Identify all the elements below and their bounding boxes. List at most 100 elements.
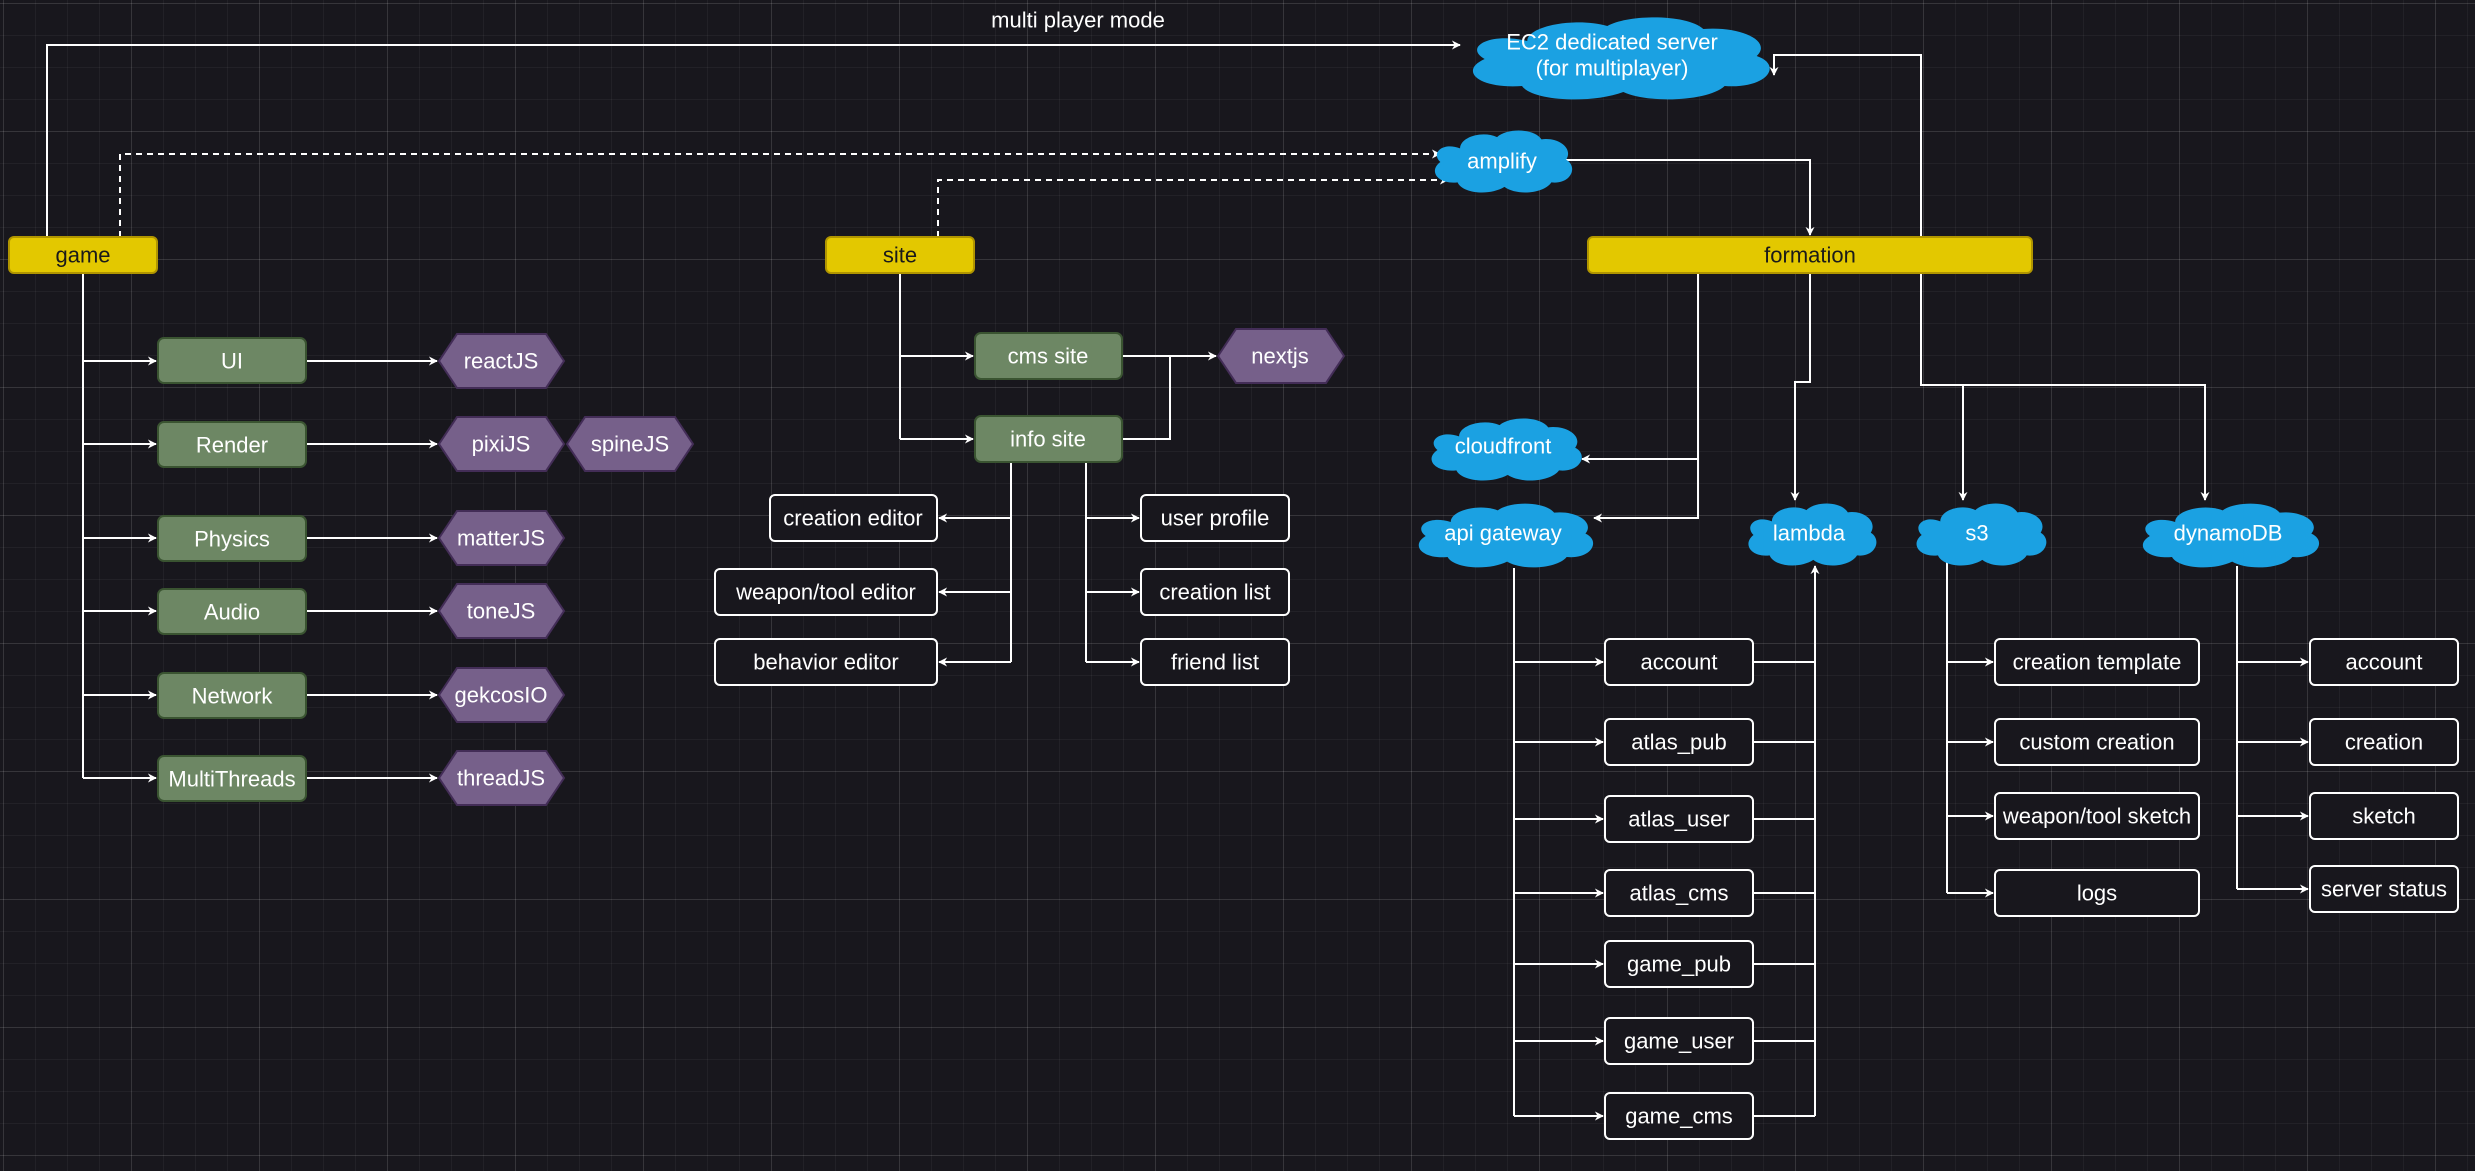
page-creation-editor[interactable]: creation editor (769, 494, 938, 542)
site-modules: cms site info site (974, 332, 1123, 463)
edge-label-multiplayer: multi player mode (991, 8, 1165, 33)
module-audio-label: Audio (204, 600, 260, 625)
dynamodb-label: dynamoDB (2174, 521, 2283, 546)
diagram-canvas: multi player mode EC2 dedicated server (… (0, 0, 2475, 1171)
amplify-label: amplify (1467, 149, 1537, 174)
site-root-node[interactable]: site (825, 236, 975, 274)
endpoint-game-user[interactable]: game_user (1604, 1017, 1754, 1065)
dynamo-creation-label: creation (2345, 730, 2423, 755)
lib-matterjs[interactable]: matterJS (437, 510, 566, 566)
s3-weapon-tool-sketch-label: weapon/tool sketch (2002, 804, 2191, 829)
s3-logs[interactable]: logs (1994, 869, 2200, 917)
page-weapon-tool-editor-label: weapon/tool editor (735, 580, 916, 605)
s3-creation-template[interactable]: creation template (1994, 638, 2200, 686)
game-root-node[interactable]: game (8, 236, 158, 274)
dynamo-server-status[interactable]: server status (2309, 865, 2459, 913)
module-info-site-label: info site (1010, 427, 1086, 452)
endpoint-atlas-pub[interactable]: atlas_pub (1604, 718, 1754, 766)
module-info-site[interactable]: info site (974, 415, 1123, 463)
edge-formation-apigateway (1593, 459, 1699, 523)
lib-threadjs-label: threadJS (457, 766, 545, 791)
api-endpoints: account atlas_pub atlas_user atlas_cms g… (1604, 638, 1754, 1140)
lib-spinejs-label: spineJS (591, 432, 669, 457)
ec2-cloud[interactable]: EC2 dedicated server (for multiplayer) (1472, 17, 1770, 100)
dynamodb-cloud[interactable]: dynamoDB (2142, 503, 2320, 568)
amplify-cloud[interactable]: amplify (1434, 130, 1573, 193)
ec2-label-line1: EC2 dedicated server (1506, 30, 1718, 55)
page-behavior-editor[interactable]: behavior editor (714, 638, 938, 686)
formation-root-label: formation (1764, 243, 1856, 268)
edge-formation-lambda (1790, 273, 1811, 501)
root-nodes: game site formation (8, 236, 2033, 274)
api-gateway-cloud[interactable]: api gateway (1418, 503, 1594, 568)
lib-tonejs-label: toneJS (467, 599, 536, 624)
page-user-profile-label: user profile (1161, 506, 1270, 531)
module-ui[interactable]: UI (157, 337, 307, 384)
dynamo-server-status-label: server status (2321, 877, 2447, 902)
endpoint-game-pub-label: game_pub (1627, 952, 1731, 977)
page-creation-list-label: creation list (1159, 580, 1270, 605)
edge-amplify-formation (1554, 159, 1815, 236)
site-pages: creation editor weapon/tool editor behav… (714, 494, 1290, 686)
lib-nextjs[interactable]: nextjs (1216, 328, 1346, 384)
endpoint-game-pub[interactable]: game_pub (1604, 940, 1754, 988)
dynamo-sketch[interactable]: sketch (2309, 792, 2459, 840)
module-audio[interactable]: Audio (157, 588, 307, 635)
endpoint-atlas-user-label: atlas_user (1628, 807, 1730, 832)
page-friend-list[interactable]: friend list (1140, 638, 1290, 686)
endpoint-atlas-pub-label: atlas_pub (1631, 730, 1726, 755)
edge-formation-dynamodb (1963, 384, 2210, 501)
s3-cloud[interactable]: s3 (1916, 503, 2047, 566)
s3-custom-creation[interactable]: custom creation (1994, 718, 2200, 766)
s3-logs-label: logs (2077, 881, 2117, 906)
lib-threadjs[interactable]: threadJS (437, 750, 566, 806)
lambda-label: lambda (1773, 521, 1846, 546)
edge-info-nextjs (1122, 356, 1171, 440)
lib-gekcosio[interactable]: gekcosIO (437, 667, 566, 723)
ec2-label-line2: (for multiplayer) (1536, 56, 1689, 81)
dynamo-account[interactable]: account (2309, 638, 2459, 686)
endpoint-atlas-user[interactable]: atlas_user (1604, 795, 1754, 843)
endpoint-atlas-cms[interactable]: atlas_cms (1604, 869, 1754, 917)
page-creation-list[interactable]: creation list (1140, 568, 1290, 616)
page-behavior-editor-label: behavior editor (753, 650, 899, 675)
page-friend-list-label: friend list (1171, 650, 1259, 675)
edge-formation-s3 (1920, 273, 1968, 501)
module-network[interactable]: Network (157, 672, 307, 719)
edge-site-amplify (937, 175, 1449, 237)
lib-gekcosio-label: gekcosIO (455, 683, 548, 708)
edge-game-ec2 (46, 40, 1461, 237)
s3-weapon-tool-sketch[interactable]: weapon/tool sketch (1994, 792, 2200, 840)
s3-items: creation template custom creation weapon… (1994, 638, 2200, 917)
module-render[interactable]: Render (157, 421, 307, 468)
module-multithreads[interactable]: MultiThreads (157, 755, 307, 802)
library-nodes: reactJS pixiJS spineJS matterJS toneJS g… (437, 328, 1346, 806)
module-physics[interactable]: Physics (157, 515, 307, 562)
page-creation-editor-label: creation editor (783, 506, 922, 531)
lib-tonejs[interactable]: toneJS (437, 583, 566, 639)
edge-formation-ec2 (1769, 54, 1922, 237)
module-render-label: Render (196, 433, 268, 458)
module-cms-site[interactable]: cms site (974, 332, 1123, 380)
game-modules: UI Render Physics Audio Network MultiThr… (157, 337, 307, 802)
lib-spinejs[interactable]: spineJS (565, 416, 695, 472)
lib-matterjs-label: matterJS (457, 526, 545, 551)
lib-pixijs[interactable]: pixiJS (437, 416, 566, 472)
module-cms-site-label: cms site (1008, 344, 1089, 369)
page-weapon-tool-editor[interactable]: weapon/tool editor (714, 568, 938, 616)
formation-root-node[interactable]: formation (1587, 236, 2033, 274)
lib-reactjs-label: reactJS (464, 349, 539, 374)
page-user-profile[interactable]: user profile (1140, 494, 1290, 542)
architecture-diagram: multi player mode EC2 dedicated server (… (8, 8, 2459, 1140)
cloudfront-label: cloudfront (1455, 434, 1552, 459)
endpoint-account[interactable]: account (1604, 638, 1754, 686)
endpoint-game-cms[interactable]: game_cms (1604, 1092, 1754, 1140)
cloudfront-cloud[interactable]: cloudfront (1431, 418, 1582, 481)
s3-custom-creation-label: custom creation (2019, 730, 2174, 755)
site-root-label: site (883, 243, 917, 268)
cloud-nodes: EC2 dedicated server (for multiplayer) a… (1418, 17, 2320, 568)
lib-reactjs[interactable]: reactJS (437, 333, 566, 389)
dynamo-creation[interactable]: creation (2309, 718, 2459, 766)
lambda-cloud[interactable]: lambda (1748, 503, 1877, 566)
dynamo-account-label: account (2345, 650, 2422, 675)
